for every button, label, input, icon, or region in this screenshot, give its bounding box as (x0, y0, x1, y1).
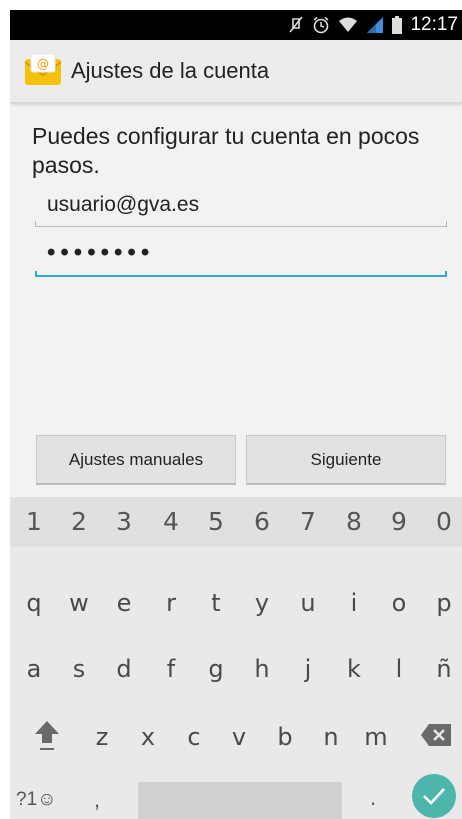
backspace-icon[interactable] (420, 723, 452, 747)
key-v[interactable]: v (217, 723, 261, 751)
key-5[interactable]: 5 (194, 507, 238, 536)
key-c[interactable]: c (172, 723, 216, 751)
key-u[interactable]: u (286, 589, 330, 617)
key-d[interactable]: d (102, 655, 146, 683)
key-4[interactable]: 4 (149, 507, 193, 536)
manual-settings-button[interactable]: Ajustes manuales (36, 435, 236, 485)
key-m[interactable]: m (354, 723, 398, 751)
password-underline (35, 275, 447, 277)
key-w[interactable]: w (57, 589, 101, 617)
phone-screen: 12:17 @ Ajustes de la cuenta Puedes conf… (10, 10, 462, 819)
key-p[interactable]: p (422, 589, 462, 617)
key-f[interactable]: f (149, 655, 193, 683)
key-2[interactable]: 2 (57, 507, 101, 536)
email-field[interactable]: usuario@gva.es (35, 187, 447, 227)
key-z[interactable]: z (80, 723, 124, 751)
next-button[interactable]: Siguiente (246, 435, 446, 485)
period-key[interactable]: . (370, 785, 376, 811)
status-time: 12:17 (410, 14, 458, 35)
key-9[interactable]: 9 (377, 507, 421, 536)
key-b[interactable]: b (263, 723, 307, 751)
action-bar: @ Ajustes de la cuenta (10, 40, 462, 103)
space-bar[interactable] (138, 782, 342, 819)
battery-icon (392, 10, 403, 40)
symbols-key[interactable]: ?1☺ (16, 789, 57, 811)
key-k[interactable]: k (332, 655, 376, 683)
key-s[interactable]: s (57, 655, 101, 683)
setup-prompt: Puedes configurar tu cuenta en pocos pas… (32, 123, 420, 178)
email-app-icon[interactable]: @ (24, 53, 62, 87)
soft-keyboard: 1 2 3 4 5 6 7 8 9 0 q w e r t y u i o p … (10, 497, 462, 819)
email-underline (35, 226, 447, 227)
number-row: 1 2 3 4 5 6 7 8 9 0 (10, 497, 462, 547)
password-value: •••••••• (47, 239, 155, 266)
key-3[interactable]: 3 (102, 507, 146, 536)
password-field[interactable]: •••••••• (35, 237, 447, 277)
key-h[interactable]: h (240, 655, 284, 683)
key-g[interactable]: g (194, 655, 238, 683)
page-title: Ajustes de la cuenta (71, 58, 270, 83)
mute-icon (288, 10, 304, 40)
key-y[interactable]: y (240, 589, 284, 617)
key-r[interactable]: r (149, 589, 193, 617)
key-enye[interactable]: ñ (422, 655, 462, 683)
key-0[interactable]: 0 (422, 507, 462, 536)
status-bar: 12:17 (10, 10, 462, 40)
svg-text:@: @ (37, 57, 49, 71)
checkmark-icon (423, 788, 445, 805)
wifi-icon (338, 10, 358, 40)
shift-icon[interactable] (34, 719, 60, 753)
email-value: usuario@gva.es (47, 193, 200, 216)
comma-key[interactable]: , (94, 787, 100, 813)
alarm-icon (312, 10, 330, 40)
key-1[interactable]: 1 (12, 507, 56, 536)
key-e[interactable]: e (102, 589, 146, 617)
key-7[interactable]: 7 (286, 507, 330, 536)
key-o[interactable]: o (377, 589, 421, 617)
key-6[interactable]: 6 (240, 507, 284, 536)
key-n[interactable]: n (309, 723, 353, 751)
key-q[interactable]: q (12, 589, 56, 617)
done-key[interactable] (412, 774, 456, 818)
key-a[interactable]: a (12, 655, 56, 683)
key-t[interactable]: t (194, 589, 238, 617)
key-j[interactable]: j (286, 655, 330, 683)
key-l[interactable]: l (377, 655, 421, 683)
key-i[interactable]: i (332, 589, 376, 617)
key-8[interactable]: 8 (332, 507, 376, 536)
signal-icon (366, 10, 384, 40)
key-x[interactable]: x (126, 723, 170, 751)
